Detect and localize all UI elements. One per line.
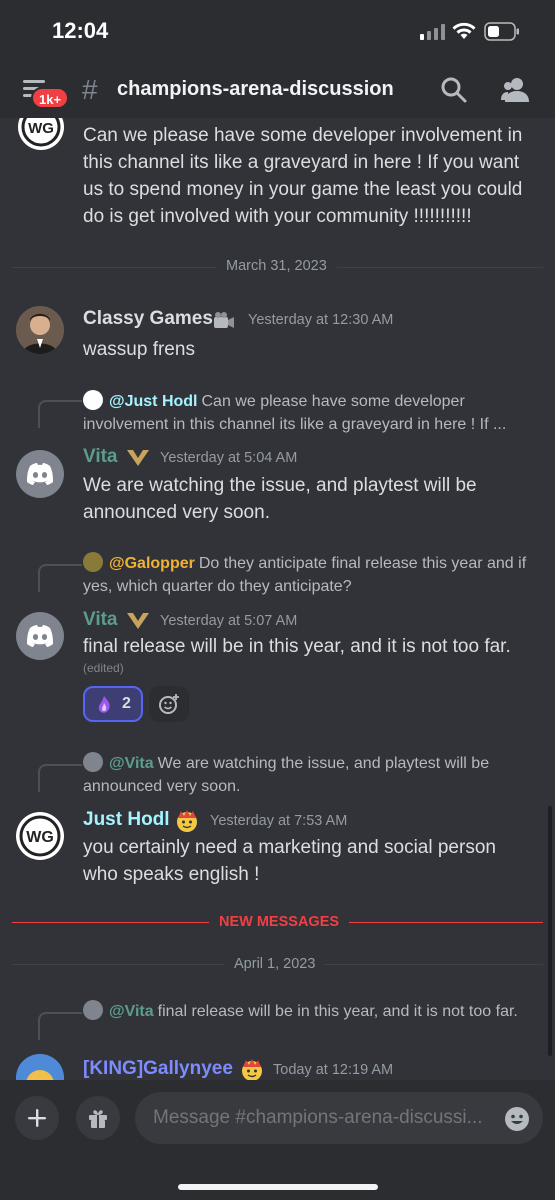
signal-icon xyxy=(420,24,445,40)
new-messages-label: NEW MESSAGES xyxy=(209,914,350,930)
vita-badge-icon xyxy=(127,450,149,466)
discord-logo-icon[interactable] xyxy=(16,450,64,498)
username[interactable]: Just Hodl xyxy=(83,809,170,831)
reply-preview[interactable]: @Vita final release will be in this year,… xyxy=(83,1000,538,1023)
reply-username: @Galopper xyxy=(109,555,195,572)
avatar[interactable] xyxy=(16,1054,64,1080)
channel-title[interactable]: champions-arena-discussion xyxy=(117,78,394,101)
gift-button[interactable] xyxy=(76,1096,120,1140)
reply-preview[interactable]: @Vita We are watching the issue, and play… xyxy=(83,752,538,798)
reply-username: @Vita xyxy=(109,1003,154,1020)
svg-text:WG: WG xyxy=(26,829,54,846)
date-divider-label: March 31, 2023 xyxy=(216,258,337,274)
message-input[interactable] xyxy=(135,1092,543,1144)
battery-icon xyxy=(484,22,519,41)
role-emoji-icon xyxy=(242,1059,262,1080)
reply-connector xyxy=(38,764,82,792)
vita-badge-icon xyxy=(127,613,149,629)
message-text: you certainly need a marketing and socia… xyxy=(83,837,496,885)
galopper-avatar xyxy=(83,552,103,572)
message-text: wassup frens xyxy=(83,339,195,360)
gift-icon xyxy=(89,1110,107,1128)
status-bar: 12:04 xyxy=(0,0,555,62)
timestamp: Yesterday at 5:04 AM xyxy=(160,450,298,466)
reply-text: final release will be in this year, and … xyxy=(157,1003,518,1020)
username[interactable]: Vita xyxy=(83,609,118,631)
svg-text:WG: WG xyxy=(28,120,54,137)
username[interactable]: [KING]Gallynyee xyxy=(83,1058,233,1080)
reply-preview[interactable]: @Just Hodl Can we please have some develo… xyxy=(83,390,538,436)
discord-logo-icon xyxy=(83,752,103,772)
channel-hash-icon: # xyxy=(82,74,98,105)
add-reaction-icon xyxy=(159,694,179,714)
discord-logo-icon xyxy=(83,1000,103,1020)
scrollbar[interactable] xyxy=(548,806,552,1056)
emoji-icon[interactable] xyxy=(504,1106,530,1132)
wifi-icon xyxy=(452,22,476,39)
search-icon[interactable] xyxy=(440,76,468,104)
reply-username: @Just Hodl xyxy=(109,393,198,410)
unread-badge: 1k+ xyxy=(31,87,70,109)
reply-preview[interactable]: @Galopper Do they anticipate final releas… xyxy=(83,552,538,598)
username[interactable]: Classy Games xyxy=(83,308,213,330)
camera-icon xyxy=(214,312,234,328)
timestamp: Yesterday at 5:07 AM xyxy=(160,613,298,629)
avatar[interactable] xyxy=(16,306,64,354)
message-composer xyxy=(0,1080,555,1200)
wg-logo-icon xyxy=(83,390,103,410)
add-reaction-button[interactable] xyxy=(149,686,189,722)
wg-logo-icon[interactable]: WG xyxy=(18,118,64,150)
members-icon[interactable] xyxy=(500,76,530,104)
status-time: 12:04 xyxy=(52,18,109,43)
timestamp: Today at 12:19 AM xyxy=(273,1062,394,1078)
reply-connector xyxy=(38,564,82,592)
reaction-icon xyxy=(98,696,110,713)
discord-logo-icon[interactable] xyxy=(16,612,64,660)
edited-label: (edited) xyxy=(83,661,124,675)
home-indicator[interactable] xyxy=(178,1184,378,1190)
add-attachment-button[interactable] xyxy=(15,1096,59,1140)
message-text: Can we please have some developer involv… xyxy=(83,125,523,227)
reaction-chip[interactable]: 2 xyxy=(83,686,143,722)
date-divider-label: April 1, 2023 xyxy=(224,956,326,972)
timestamp: Yesterday at 7:53 AM xyxy=(210,813,348,829)
timestamp: Yesterday at 12:30 AM xyxy=(248,312,394,328)
message-text: final release will be in this year, and … xyxy=(83,636,511,657)
message-text: We are watching the issue, and playtest … xyxy=(83,475,477,523)
message-list[interactable]: WG Can we please have some developer inv… xyxy=(0,118,555,1080)
reply-connector xyxy=(38,400,82,428)
plus-icon xyxy=(28,1109,46,1127)
username[interactable]: Vita xyxy=(83,446,118,468)
role-emoji-icon xyxy=(177,810,197,832)
reaction-count: 2 xyxy=(122,695,131,712)
wg-logo-icon[interactable]: WG xyxy=(16,812,64,860)
channel-header: 1k+ # champions-arena-discussion xyxy=(0,62,555,118)
reply-username: @Vita xyxy=(109,755,154,772)
reply-connector xyxy=(38,1012,82,1040)
